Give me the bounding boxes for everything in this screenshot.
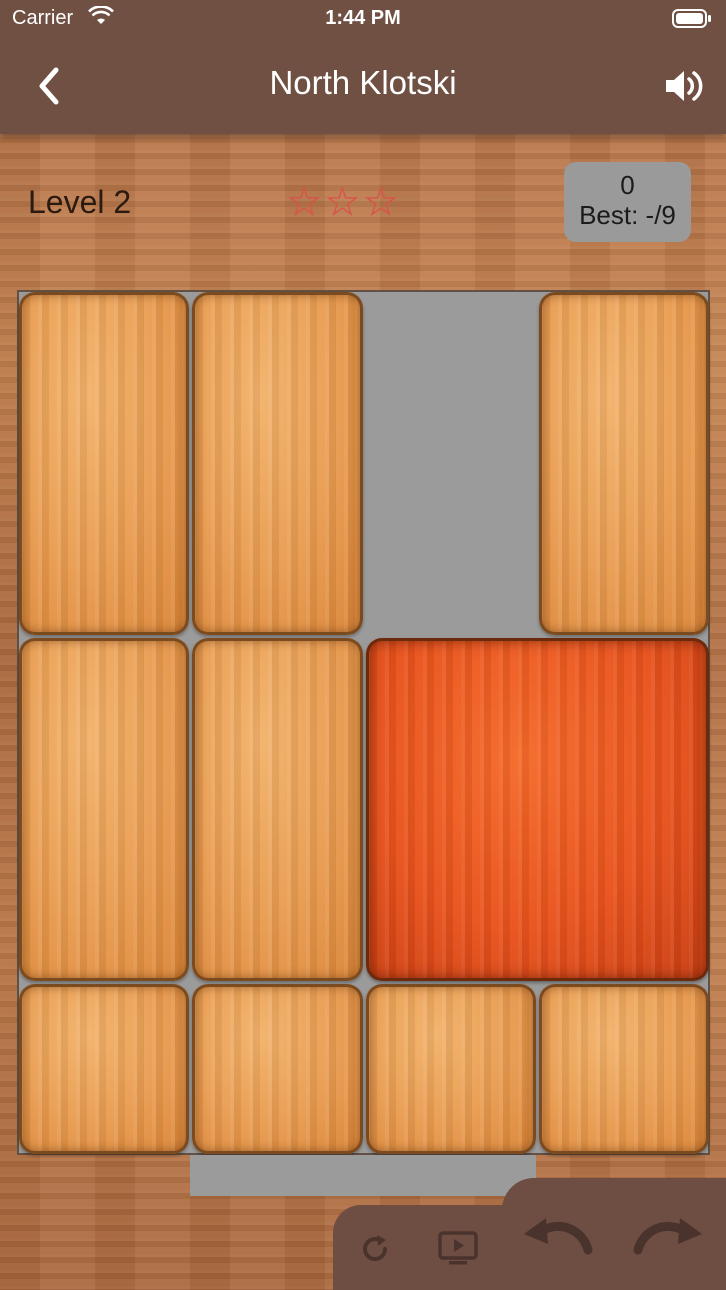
block-vertical[interactable] [19, 638, 190, 981]
block-small[interactable] [192, 984, 363, 1154]
block-small[interactable] [538, 984, 709, 1154]
status-time: 1:44 PM [325, 7, 401, 29]
best-score: Best: -/9 [579, 200, 676, 230]
game-board [17, 290, 710, 1155]
block-small[interactable] [365, 984, 536, 1154]
star-rating: ★ ★ ★ [287, 181, 398, 222]
block-vertical[interactable] [192, 292, 363, 635]
star-outline-icon: ★ [326, 181, 360, 222]
controls-panel-right [502, 1178, 726, 1290]
block-vertical[interactable] [19, 292, 190, 635]
level-label: Level 2 [28, 184, 132, 220]
block-target-red[interactable] [365, 638, 709, 981]
page-title: North Klotski [269, 64, 457, 101]
video-hint-icon[interactable] [437, 1229, 479, 1269]
navigation-bar: Carrier 1:44 PM North Klotski [0, 0, 726, 134]
block-vertical[interactable] [192, 638, 363, 981]
board-exit [190, 1155, 536, 1196]
redo-icon[interactable] [632, 1210, 704, 1258]
block-vertical[interactable] [538, 292, 709, 635]
restart-icon[interactable] [357, 1231, 393, 1267]
speaker-icon[interactable] [664, 66, 706, 106]
star-outline-icon: ★ [287, 181, 321, 222]
block-small[interactable] [19, 984, 190, 1154]
star-outline-icon: ★ [364, 181, 398, 222]
move-count: 0 [620, 170, 635, 200]
undo-icon[interactable] [522, 1210, 594, 1258]
controls-panel-left [333, 1205, 513, 1290]
score-box: 0 Best: -/9 [564, 162, 691, 242]
battery-icon [672, 9, 711, 28]
